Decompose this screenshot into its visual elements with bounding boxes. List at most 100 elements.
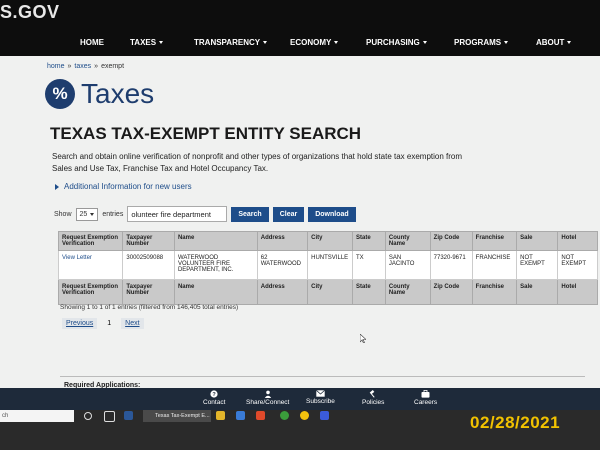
table-cell: 77320-9671 (429, 250, 473, 280)
column-header[interactable]: Zip Code (429, 231, 473, 251)
column-footer: Request Exemption Verification (57, 279, 124, 305)
column-header[interactable]: City (307, 231, 353, 251)
footer-contact[interactable]: ? Contact (203, 390, 225, 406)
nav-transparency[interactable]: TRANSPARENCY (194, 38, 290, 47)
view-letter-link[interactable]: View Letter (57, 250, 124, 280)
search-input[interactable] (127, 206, 228, 222)
taskbar-browser-task[interactable]: Texas Tax-Exempt E... (143, 410, 211, 422)
task-view-icon[interactable] (104, 411, 115, 422)
nav-label: HOME (80, 38, 104, 47)
column-header[interactable]: Name (173, 231, 258, 251)
download-button[interactable]: Download (308, 206, 356, 222)
app-icon[interactable] (256, 411, 265, 420)
entries-select[interactable]: 25 (75, 207, 99, 221)
previous-page-button[interactable]: Previous (62, 318, 98, 329)
footer-link-label: Policies (362, 399, 385, 406)
table-cell: NOT EXEMPT (557, 250, 598, 280)
column-header[interactable]: Franchise (471, 231, 518, 251)
app-icon[interactable] (320, 411, 329, 420)
table-cell: WATERWOOD VOLUNTEER FIRE DEPARTMENT, INC… (173, 250, 258, 280)
cortana-icon[interactable] (84, 412, 92, 420)
file-explorer-icon[interactable] (216, 411, 225, 420)
footer-share-connect[interactable]: Share/Connect (246, 390, 289, 406)
column-header[interactable]: Sale (516, 231, 559, 251)
section-title: Taxes (81, 78, 155, 109)
nav-label: ECONOMY (290, 38, 332, 47)
entries-summary: Showing 1 to 1 of 1 entries (filtered fr… (60, 304, 239, 311)
clear-button[interactable]: Clear (272, 206, 305, 222)
caret-down-icon (90, 212, 95, 216)
nav-label: TRANSPARENCY (194, 38, 261, 47)
table-cell: NOT EXEMPT (516, 250, 559, 280)
column-header[interactable]: Request Exemption Verification (57, 231, 124, 251)
percent-icon: % (45, 79, 75, 109)
nav-purchasing[interactable]: PURCHASING (366, 38, 454, 47)
section-brand: % Taxes (45, 78, 154, 110)
column-footer: Taxpayer Number (122, 279, 175, 305)
caret-down-icon (504, 41, 509, 44)
column-header[interactable]: County Name (384, 231, 431, 251)
gavel-icon (369, 390, 375, 398)
breadcrumb-home[interactable]: home (47, 63, 65, 70)
nav-economy[interactable]: ECONOMY (290, 38, 366, 47)
column-footer: Name (173, 279, 258, 305)
column-footer: State (351, 279, 386, 305)
search-button[interactable]: Search (231, 206, 269, 222)
additional-info-toggle[interactable]: Additional Information for new users (55, 182, 192, 191)
footer-subscribe[interactable]: Subscribe (306, 390, 335, 405)
footer-careers[interactable]: Careers (414, 390, 437, 406)
nav-label: ABOUT (536, 38, 565, 47)
additional-info-label: Additional Information for new users (64, 182, 192, 191)
caret-down-icon (159, 41, 164, 44)
briefcase-icon (421, 390, 430, 398)
column-footer: Zip Code (429, 279, 473, 305)
footer-link-label: Subscribe (306, 398, 335, 405)
column-header[interactable]: State (351, 231, 386, 251)
next-page-button[interactable]: Next (121, 318, 144, 329)
results-table: Request Exemption Verification Taxpayer … (57, 231, 598, 305)
table-footer-row: Request Exemption Verification Taxpayer … (57, 279, 598, 305)
column-footer: County Name (384, 279, 431, 305)
caret-down-icon (334, 41, 339, 44)
nav-label: PURCHASING (366, 38, 420, 47)
nav-home[interactable]: HOME (80, 38, 130, 47)
chrome-icon[interactable] (300, 411, 309, 420)
entries-value: 25 (79, 210, 88, 218)
taskbar-search-box[interactable]: ch (0, 410, 74, 422)
search-controls: Show 25 entries Search Clear Download (54, 206, 356, 222)
nav-about[interactable]: ABOUT (536, 38, 586, 47)
site-header: S.GOV HOME TAXES TRANSPARENCY ECONOMY PU… (0, 0, 600, 56)
main-nav: HOME TAXES TRANSPARENCY ECONOMY PURCHASI… (80, 38, 586, 47)
breadcrumb: home» taxes» exempt (47, 63, 124, 70)
footer-policies[interactable]: Policies (362, 390, 384, 406)
current-page[interactable]: 1 (107, 320, 111, 327)
nav-programs[interactable]: PROGRAMS (454, 38, 536, 47)
page-title: TEXAS TAX-EXEMPT ENTITY SEARCH (50, 124, 362, 143)
section-divider (60, 376, 585, 377)
column-footer: Hotel (557, 279, 598, 305)
app-icon[interactable] (280, 411, 289, 420)
breadcrumb-separator: » (94, 63, 99, 70)
triangle-right-icon (55, 183, 59, 190)
nav-taxes[interactable]: TAXES (130, 38, 194, 47)
app-icon[interactable] (236, 411, 245, 420)
page-description: Search and obtain online verification of… (52, 152, 463, 173)
breadcrumb-exempt: exempt (101, 63, 125, 70)
column-header[interactable]: Hotel (557, 231, 598, 251)
table-row: View Letter 30002509088 WATERWOOD VOLUNT… (57, 250, 598, 280)
table-header-row: Request Exemption Verification Taxpayer … (57, 231, 598, 251)
footer-link-label: Careers (414, 399, 438, 406)
column-header[interactable]: Address (256, 231, 309, 251)
word-app-icon[interactable] (124, 411, 133, 420)
table-cell: SAN JACINTO (384, 250, 431, 280)
column-footer: Address (256, 279, 309, 305)
breadcrumb-taxes[interactable]: taxes (74, 63, 91, 70)
site-logo[interactable]: S.GOV (0, 2, 60, 23)
column-header[interactable]: Taxpayer Number (122, 231, 175, 251)
page-content: home» taxes» exempt % Taxes TEXAS TAX-EXEM… (0, 56, 600, 389)
show-label: Show (54, 210, 72, 218)
table-cell: 62 WATERWOOD (256, 250, 309, 280)
table-cell: HUNTSVILLE (307, 250, 353, 280)
photo-date-stamp: 02/28/2021 (470, 413, 561, 432)
person-icon (264, 390, 271, 398)
